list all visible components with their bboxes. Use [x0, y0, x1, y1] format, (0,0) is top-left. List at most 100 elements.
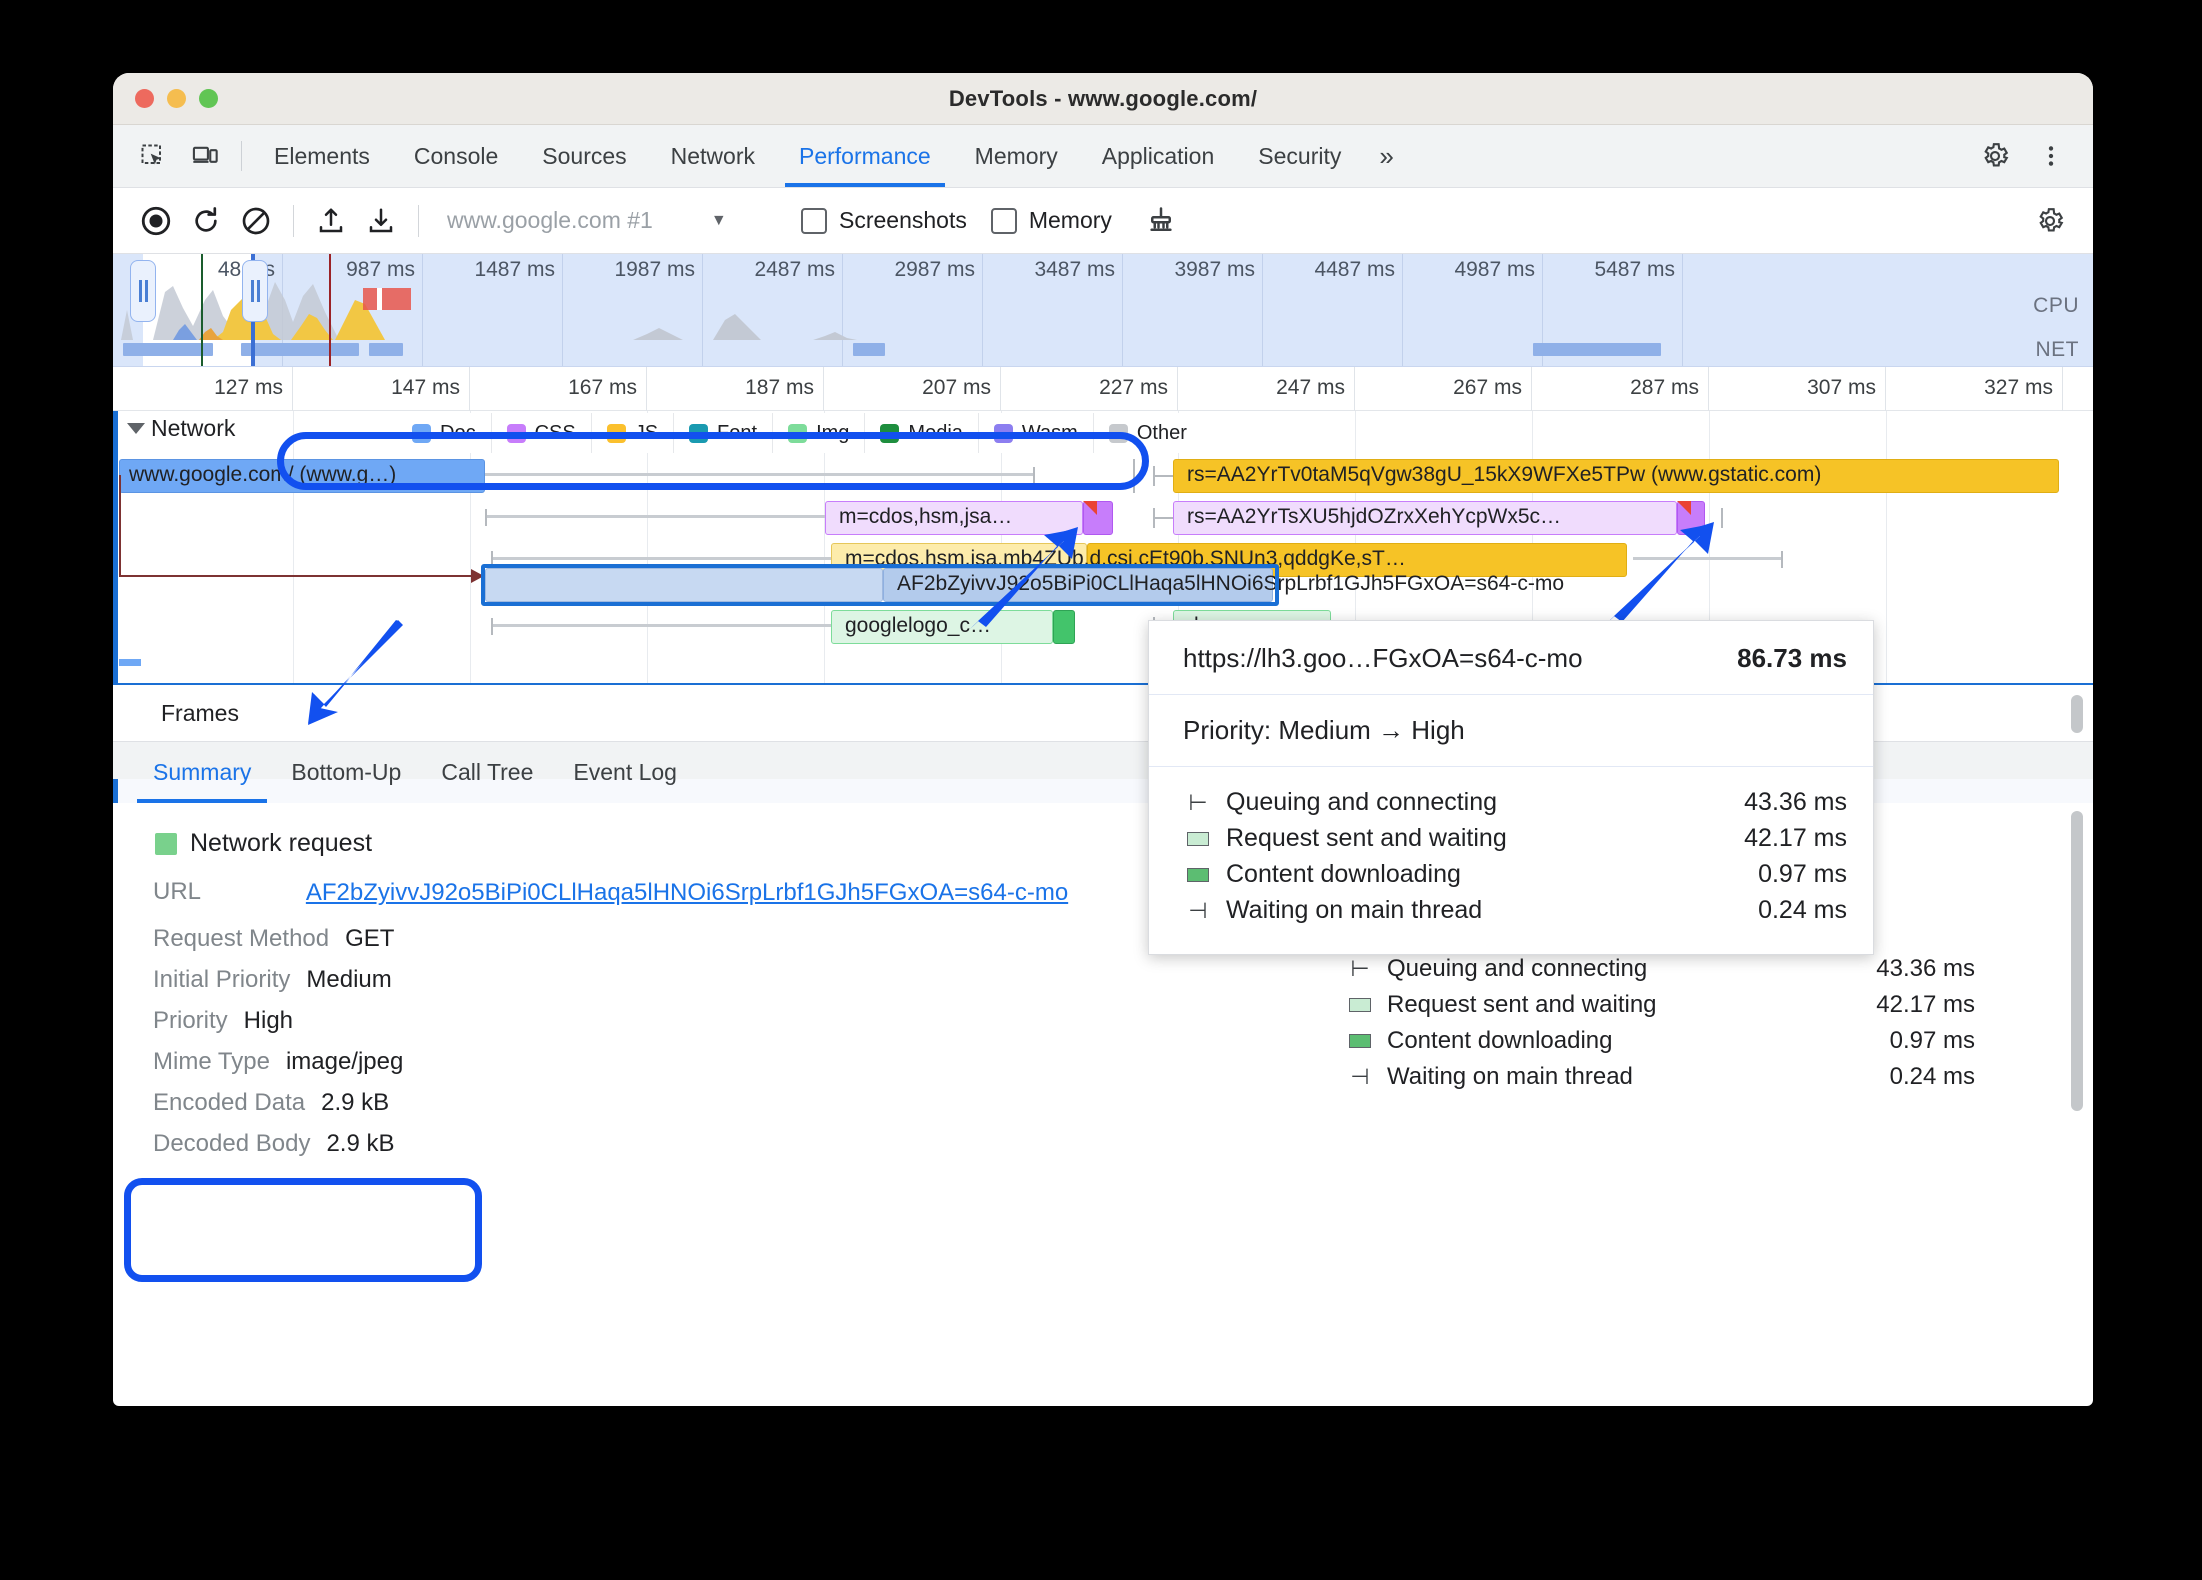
tab-performance[interactable]: Performance [777, 125, 953, 187]
network-activity-graph [113, 343, 2093, 360]
overview-right-handle[interactable] [242, 260, 268, 322]
window-title: DevTools - www.google.com/ [948, 85, 1258, 111]
mime-type-value: image/jpeg [285, 1047, 404, 1075]
tab-summary[interactable]: Summary [133, 742, 271, 803]
tooltip-duration: 86.73 ms [1737, 643, 1847, 673]
flame-tick-2: 167 ms [568, 376, 637, 399]
breakdown-request-sent-name: Request sent and waiting [1387, 991, 1657, 1018]
table-row[interactable]: rs=AA2YrTv0taM5qVgw38gU_15kX9WFXe5TPw (w… [1173, 459, 2061, 493]
tooltip-main-thread-name: Waiting on main thread [1226, 896, 1483, 924]
breakdown-queuing-value: 43.36 ms [1876, 955, 1975, 982]
initial-priority-key: Initial Priority [153, 965, 291, 993]
memory-checkbox-box[interactable] [990, 207, 1017, 234]
summary-title: Network request [190, 829, 373, 857]
encoded-data-key: Encoded Data [153, 1088, 306, 1116]
toolbar-divider-2 [418, 204, 419, 237]
tab-bottom-up[interactable]: Bottom-Up [271, 742, 421, 803]
request-method-key: Request Method [153, 924, 330, 952]
summary-scrollbar[interactable] [2071, 811, 2083, 1111]
more-options-icon[interactable] [2025, 134, 2077, 178]
screenshots-checkbox-box[interactable] [801, 207, 827, 234]
encoded-data-value: 2.9 kB [321, 1088, 390, 1116]
css-color-swatch [506, 423, 526, 443]
reload-and-record-icon[interactable] [181, 198, 231, 244]
start-bracket-icon: ⊢ [1188, 789, 1208, 815]
table-row[interactable]: rs=AA2YrTsXU5hjdOZrxXehYcpWx5c… [1173, 501, 1713, 535]
tooltip-main-thread-value: 0.24 ms [1758, 896, 1847, 924]
profile-selector[interactable]: www.google.com #1 ▼ [447, 207, 777, 234]
frames-label: Frames [161, 699, 239, 726]
priority-value: High [243, 1006, 294, 1034]
tooltip-main-thread: ⊣ Waiting on main thread 0.24 ms [1183, 896, 1847, 925]
row-priority: Priority High [153, 1007, 1203, 1035]
row-decoded-body: Decoded Body 2.9 kB [153, 1130, 1203, 1158]
flame-tick-5: 227 ms [1099, 376, 1168, 399]
tab-memory[interactable]: Memory [953, 125, 1080, 187]
clear-icon[interactable] [231, 198, 281, 244]
tooltip-queuing: ⊢ Queuing and connecting 43.36 ms [1183, 788, 1847, 817]
frames-scrollbar[interactable] [2071, 695, 2083, 733]
tab-elements[interactable]: Elements [252, 125, 392, 187]
profile-selector-value: www.google.com #1 [447, 207, 653, 233]
table-row[interactable]: m=cdos,hsm,jsa… [825, 501, 1135, 535]
onload-marker-line [329, 254, 331, 366]
flame-tick-6: 247 ms [1276, 376, 1345, 399]
collapse-triangle-icon[interactable] [127, 423, 145, 434]
device-toolbar-icon[interactable] [179, 134, 231, 178]
flame-tick-10: 327 ms [1984, 376, 2053, 399]
devtools-tabbar: Elements Console Sources Network Perform… [113, 125, 2093, 188]
breakdown-queuing-name: Queuing and connecting [1387, 955, 1648, 982]
capture-settings-icon[interactable] [2025, 198, 2075, 244]
dcl-marker-line [201, 254, 203, 366]
tab-event-log[interactable]: Event Log [553, 742, 697, 803]
more-tabs-chevron-icon[interactable]: » [1363, 141, 1409, 172]
img-color-swatch [788, 423, 808, 443]
legend-item-css: CSS [492, 413, 592, 453]
memory-label: Memory [1028, 207, 1112, 233]
tooltip-request-sent: Request sent and waiting 42.17 ms [1183, 824, 1847, 853]
inspect-element-icon[interactable] [127, 134, 179, 178]
light-green-box-icon [1345, 998, 1375, 1012]
garbage-collect-icon[interactable] [1136, 198, 1186, 244]
record-icon[interactable] [131, 198, 181, 244]
row-mime-type: Mime Type image/jpeg [153, 1048, 1203, 1076]
url-row: URL AF2bZyivvJ92o5BiPi0CLlHaqa5lHNOi6Srp… [153, 878, 1203, 909]
screenshots-checkbox[interactable]: Screenshots [801, 207, 967, 234]
breakdown-main-thread-value: 0.24 ms [1889, 1063, 1975, 1090]
overview-left-handle[interactable] [130, 260, 156, 322]
legend-item-media: Media [865, 413, 979, 453]
url-link[interactable]: AF2bZyivvJ92o5BiPi0CLlHaqa5lHNOi6SrpLrbf… [217, 878, 1157, 909]
performance-toolbar: www.google.com #1 ▼ Screenshots Memory [113, 188, 2093, 254]
tab-call-tree[interactable]: Call Tree [421, 742, 553, 803]
settings-gear-icon[interactable] [1969, 134, 2021, 178]
tab-security[interactable]: Security [1236, 125, 1363, 187]
tab-network[interactable]: Network [649, 125, 777, 187]
table-row[interactable]: googlelogo_c… [831, 610, 1091, 644]
tooltip-request-sent-value: 42.17 ms [1744, 824, 1847, 852]
memory-checkbox[interactable]: Memory [990, 207, 1112, 234]
tab-sources[interactable]: Sources [520, 125, 648, 187]
tooltip-url: https://lh3.goo…FGxOA=s64-c-mo [1183, 643, 1583, 673]
download-profile-icon[interactable] [356, 198, 406, 244]
upload-profile-icon[interactable] [306, 198, 356, 244]
tab-console[interactable]: Console [392, 125, 520, 187]
tooltip-content-downloading-name: Content downloading [1226, 860, 1461, 888]
light-green-box-icon [1183, 831, 1213, 846]
flame-tick-3: 187 ms [745, 376, 814, 399]
flame-tick-8: 287 ms [1630, 376, 1699, 399]
network-legend: Doc CSS JS Font Img Media Wasm Other [391, 413, 1208, 453]
decoded-body-key: Decoded Body [153, 1129, 311, 1157]
network-track-header[interactable]: Network [113, 415, 235, 442]
decoded-body-value: 2.9 kB [326, 1129, 395, 1157]
flame-tick-9: 307 ms [1807, 376, 1876, 399]
warning-flag-icon [1083, 501, 1097, 515]
track-selection-rail [113, 411, 118, 683]
network-request-color-swatch [155, 832, 177, 855]
toolbar-divider-1 [293, 204, 294, 237]
legend-label-js: JS [634, 421, 659, 444]
timeline-overview[interactable]: 48 ms 987 ms 1487 ms 1987 ms 2487 ms 298… [113, 254, 2093, 367]
mime-type-key: Mime Type [153, 1047, 270, 1075]
start-bracket-icon: ⊢ [1350, 956, 1370, 981]
tab-application[interactable]: Application [1080, 125, 1237, 187]
breakdown-content-downloading-name: Content downloading [1387, 1027, 1613, 1054]
